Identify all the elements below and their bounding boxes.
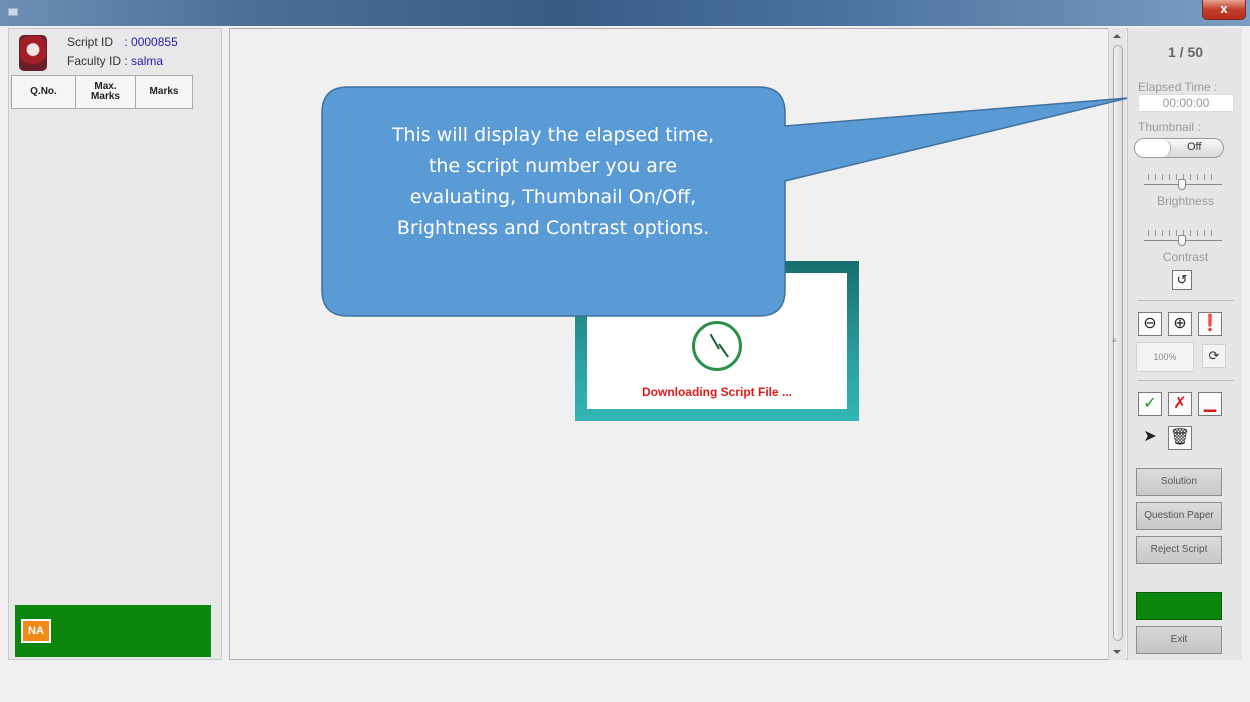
- zoom-out-icon[interactable]: ⊖: [1138, 312, 1162, 336]
- contrast-slider[interactable]: [1144, 230, 1222, 248]
- elapsed-time-label: Elapsed Time :: [1138, 80, 1218, 94]
- submit-button[interactable]: Submit: [1136, 592, 1222, 620]
- brightness-slider[interactable]: [1144, 174, 1222, 192]
- reject-script-button[interactable]: Reject Script: [1136, 536, 1222, 564]
- exit-button[interactable]: Exit: [1136, 626, 1222, 654]
- correct-mark-icon[interactable]: ✓: [1138, 392, 1162, 416]
- toggle-knob[interactable]: [1135, 139, 1171, 157]
- wrong-mark-icon[interactable]: ✗: [1168, 392, 1192, 416]
- callout-line: the script number you are: [428, 155, 678, 177]
- contrast-label: Contrast: [1162, 250, 1209, 264]
- comment-icon[interactable]: ❗: [1198, 312, 1222, 336]
- status-bar: [0, 660, 1250, 702]
- trash-icon[interactable]: 🗑: [1168, 426, 1192, 450]
- underline-icon[interactable]: ▁: [1198, 392, 1222, 416]
- brightness-label: Brightness: [1157, 194, 1214, 208]
- reset-icon[interactable]: ↺: [1172, 270, 1192, 290]
- divider: [1138, 380, 1234, 381]
- callout-line: Brightness and Contrast options.: [396, 217, 710, 239]
- brightness-slider-handle[interactable]: [1178, 179, 1186, 190]
- thumbnail-state: Off: [1187, 141, 1202, 153]
- rotate-icon[interactable]: ⟳: [1202, 344, 1226, 368]
- callout-bubble: [321, 86, 1129, 317]
- callout-line: evaluating, Thumbnail On/Off,: [409, 186, 697, 208]
- solution-button[interactable]: Solution: [1136, 468, 1222, 496]
- thumbnail-label: Thumbnail :: [1138, 120, 1201, 134]
- callout-text: This will display the elapsed time, the …: [322, 120, 784, 244]
- thumbnail-toggle[interactable]: Off: [1134, 138, 1224, 158]
- zoom-in-icon[interactable]: ⊕: [1168, 312, 1192, 336]
- zoom-level: 100%: [1136, 342, 1194, 372]
- divider: [1138, 300, 1234, 301]
- pointer-icon[interactable]: ➤: [1138, 426, 1162, 450]
- contrast-slider-handle[interactable]: [1178, 235, 1186, 246]
- question-paper-button[interactable]: Question Paper: [1136, 502, 1222, 530]
- tools-panel: 1 / 50 Elapsed Time : 00:00:00 Thumbnail…: [1127, 28, 1242, 660]
- script-counter: 1 / 50: [1167, 44, 1204, 60]
- callout-line: This will display the elapsed time,: [391, 124, 715, 146]
- elapsed-time-value: 00:00:00: [1138, 94, 1234, 112]
